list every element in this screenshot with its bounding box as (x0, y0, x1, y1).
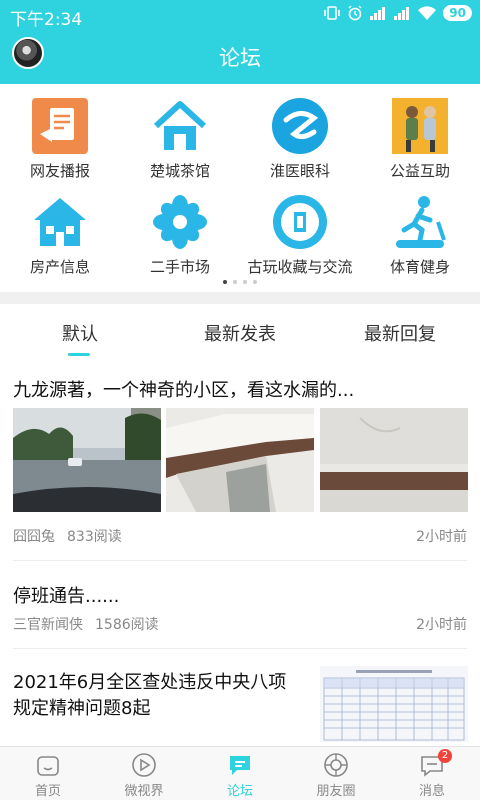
post-author[interactable]: 三官新闻侠 (13, 617, 83, 633)
coin-icon (273, 195, 327, 249)
grid-label: 网友播报 (29, 162, 90, 180)
nav-label: 消息 (418, 784, 445, 799)
page-indicator (0, 280, 480, 284)
play-icon (132, 753, 156, 777)
wifi-icon (418, 5, 437, 20)
moments-icon (324, 753, 348, 777)
grid-item-eye-hospital[interactable]: 淮医眼科 (240, 84, 360, 184)
sort-tabs: 默认 最新发表 最新回复 (0, 304, 480, 360)
post-title[interactable]: 九龙源著，一个神奇的小区，看这水漏的... (13, 376, 354, 402)
nav-home[interactable]: 首页 (0, 747, 96, 800)
post-image-flood[interactable] (13, 408, 161, 512)
page-title: 论坛 (219, 46, 261, 70)
nav-moments[interactable]: 朋友圈 (288, 747, 384, 800)
grid-item-fitness[interactable]: 体育健身 (360, 180, 480, 280)
forum-icon (230, 756, 250, 775)
nav-label: 论坛 (226, 784, 253, 799)
status-bar: 下午2:34 90 (0, 0, 480, 30)
nav-forum[interactable]: 论坛 (192, 747, 288, 800)
nav-label: 微视界 (124, 784, 164, 799)
category-grid: 网友播报 楚城茶馆 淮医眼科 公益互助 房产信息 二手市场 古玩收藏与交流 体育… (0, 84, 480, 292)
nav-micro-view[interactable]: 微视界 (96, 747, 192, 800)
unread-badge: 2 (438, 749, 452, 763)
grid-item-teahouse[interactable]: 楚城茶馆 (120, 84, 240, 184)
grid-label: 淮医眼科 (269, 162, 330, 180)
post-title[interactable]: 停班通告...... (13, 582, 119, 608)
eye-hospital-icon (272, 98, 328, 154)
post-time: 2小时前 (416, 617, 467, 633)
grid-label: 公益互助 (389, 162, 450, 180)
post-author[interactable]: 囧囧兔 (13, 529, 55, 545)
status-icons: 90 (323, 5, 472, 21)
grid-label: 古玩收藏与交流 (247, 258, 353, 276)
list-divider (13, 648, 467, 649)
house-icon (153, 101, 207, 150)
home-icon (37, 756, 59, 776)
post-image-document[interactable] (320, 666, 468, 742)
charity-icon (392, 98, 448, 154)
post-title-line1[interactable]: 2021年6月全区查处违反中央八项 (13, 668, 286, 694)
real-estate-icon (34, 198, 86, 246)
grid-item-second-hand[interactable]: 二手市场 (120, 180, 240, 280)
app: 下午2:34 90 论坛 网友播报 楚城茶馆 淮医眼科 公益互助 房产信息 二手… (0, 0, 480, 800)
grid-item-real-estate[interactable]: 房产信息 (0, 180, 120, 280)
nav-messages[interactable]: 2 消息 (384, 747, 480, 800)
flower-icon (153, 195, 207, 249)
page-dot (243, 280, 247, 284)
grid-item-antiques[interactable]: 古玩收藏与交流 (240, 180, 360, 280)
page-dot (233, 280, 237, 284)
grid-label: 二手市场 (149, 258, 210, 276)
status-time: 下午2:34 (10, 10, 83, 30)
grid-label: 体育健身 (389, 258, 450, 276)
grid-item-charity[interactable]: 公益互助 (360, 84, 480, 184)
header-bar: 下午2:34 90 论坛 (0, 0, 480, 84)
treadmill-icon (396, 196, 446, 248)
vibrate-icon (324, 6, 341, 20)
tab-latest-replies[interactable]: 最新回复 (320, 320, 480, 346)
grid-label: 楚城茶馆 (149, 162, 210, 180)
post-meta: 囧囧兔 833阅读 (13, 526, 122, 546)
post-views: 1586阅读 (95, 617, 159, 633)
tab-default[interactable]: 默认 (0, 320, 160, 346)
post-views: 833阅读 (67, 529, 122, 545)
post-image-wall[interactable] (320, 408, 468, 512)
post-title-line2[interactable]: 规定精神问题8起 (13, 694, 150, 720)
post-meta: 三官新闻侠 1586阅读 (13, 614, 159, 634)
signal-icon (370, 7, 386, 20)
grid-label: 房产信息 (29, 258, 90, 276)
page-dot (253, 280, 257, 284)
signal-icon-2 (394, 7, 410, 20)
tab-latest-posts[interactable]: 最新发表 (160, 320, 320, 346)
broadcast-icon (32, 98, 88, 154)
grid-item-broadcast[interactable]: 网友播报 (0, 84, 120, 184)
alarm-icon (348, 5, 362, 21)
post-time: 2小时前 (416, 529, 467, 545)
battery-indicator: 90 (443, 5, 472, 21)
bottom-nav: 首页 微视界 论坛 朋友圈 2 消息 (0, 746, 480, 800)
section-divider (0, 292, 480, 304)
post-image-ceiling[interactable] (166, 408, 314, 512)
page-dot-active (223, 280, 227, 284)
list-divider (13, 560, 467, 561)
tab-indicator (68, 353, 90, 356)
nav-label: 朋友圈 (316, 784, 356, 799)
nav-label: 首页 (34, 784, 61, 799)
